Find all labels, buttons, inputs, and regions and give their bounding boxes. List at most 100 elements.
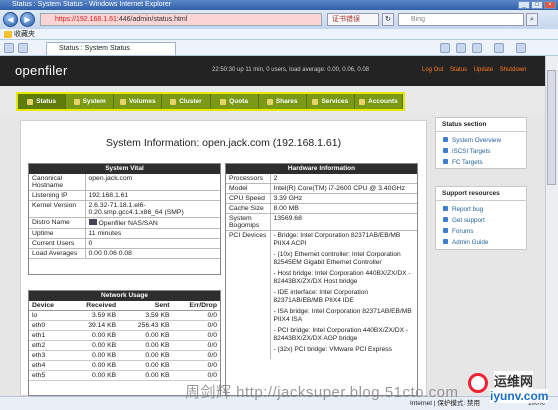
favorites-bar: 收藏夹 (0, 29, 558, 40)
cell: 0/0 (172, 320, 220, 331)
table-row: Load Averages 0.00 0.06 0.08 (29, 248, 220, 259)
tab-label: Quota (229, 98, 248, 105)
tab-label: Status : System Status (59, 45, 130, 52)
row-key: Listening IP (29, 190, 86, 201)
get-support-link[interactable]: Get support (436, 215, 526, 226)
tab-status-menu[interactable]: Status (18, 94, 67, 109)
accounts-icon (359, 98, 366, 105)
forward-button[interactable]: ▶ (20, 12, 35, 27)
logo-subtitle: iyunv.com (490, 389, 549, 403)
row-value: 2.6.32-71.18.1.el6-0.20.smp.gcc4.1.x86_6… (85, 200, 220, 218)
close-window-button[interactable]: × (544, 1, 556, 9)
fc-targets-link[interactable]: FC Targets (436, 157, 526, 168)
row-value: 13569.68 (270, 213, 417, 231)
table-row: eth0 39.14 KB 256.43 KB 0/0 (29, 320, 220, 331)
tools-icon[interactable] (516, 43, 526, 53)
row-key: Kernel Version (29, 200, 86, 218)
scrollbar-thumb[interactable] (547, 70, 556, 185)
iscsi-targets-link[interactable]: iSCSI Targets (436, 146, 526, 157)
table-row: Uptime 11 minutes (29, 228, 220, 239)
table-header-row: Device Received Sent Err/Drop (29, 301, 220, 311)
table-row: Listening IP 192.168.1.61 (29, 190, 220, 201)
table-row: Canonical Hostname open.jack.com (29, 174, 220, 191)
hardware-table: Processors 2 Model Intel(R) Core(TM) i7-26… (226, 174, 417, 359)
header-links: Log Out Status Update Shutdown (422, 67, 531, 73)
support-resources-box: Support resources Report bug Get support… (435, 186, 527, 250)
watermark-text: 周剑辉 http://jacksuper.blog.51cto.com (185, 384, 459, 401)
cell: 0.00 KB (68, 360, 120, 371)
logout-link[interactable]: Log Out (422, 67, 443, 73)
maximize-button[interactable]: □ (531, 1, 543, 9)
table-row: Current Users 0 (29, 238, 220, 249)
cell: 0/0 (172, 330, 220, 341)
address-bar[interactable]: https://192.168.1.61:446/admin/status.ht… (40, 13, 322, 26)
tab-system[interactable]: System (66, 94, 115, 109)
table-row: eth1 0.00 KB 0.00 KB 0/0 (29, 330, 220, 341)
cell: 0.00 KB (119, 360, 173, 371)
star-icon (4, 31, 12, 38)
row-key: Current Users (29, 238, 86, 249)
home-icon[interactable] (440, 43, 450, 53)
openfiler-logo: openfiler (15, 63, 68, 78)
uptime-text: 22:50:30 up 11 min, 0 users, load averag… (212, 67, 369, 73)
cell: 0.00 KB (119, 340, 173, 351)
favorites-center-icon[interactable] (4, 43, 14, 53)
list-item: (32x) PCI bridge: VMware PCI Express (274, 346, 415, 354)
forums-link[interactable]: Forums (436, 226, 526, 237)
table-row: lo 3.59 KB 3.59 KB 0/0 (29, 310, 220, 321)
status-icon (27, 98, 34, 105)
support-resources-heading: Support resources (436, 187, 526, 201)
tab-quota[interactable]: Quota (211, 94, 259, 109)
cell: 0.00 KB (68, 370, 120, 381)
tab-status[interactable]: Status : System Status (46, 42, 176, 55)
certificate-error-button[interactable]: 证书错误 (327, 13, 379, 26)
add-favorite-icon[interactable] (18, 43, 28, 53)
row-key: System Bogomips (226, 213, 271, 231)
cluster-icon (170, 98, 177, 105)
refresh-icon[interactable]: ↻ (382, 13, 394, 26)
tab-label: Status (36, 98, 56, 105)
row-key: Load Averages (29, 248, 86, 259)
cell: 0.00 KB (68, 330, 120, 341)
tab-cluster[interactable]: Cluster (162, 94, 211, 109)
status-section-box: Status section System Overview iSCSI Tar… (435, 117, 527, 169)
table-row: CPU Speed 3.39 GHz (226, 193, 417, 204)
search-icon[interactable]: ⌕ (526, 13, 538, 26)
report-bug-link[interactable]: Report bug (436, 204, 526, 215)
cell: 0.00 KB (119, 350, 173, 361)
tab-label: System (82, 98, 106, 105)
minimize-button[interactable]: _ (518, 1, 530, 9)
tab-accounts[interactable]: Accounts (355, 94, 403, 109)
column-header: Received (68, 301, 120, 311)
feeds-icon[interactable] (456, 43, 466, 53)
tab-volumes[interactable]: Volumes (114, 94, 163, 109)
page-menu-icon[interactable] (494, 43, 504, 53)
tab-label: Volumes (129, 98, 156, 105)
tab-shares[interactable]: Shares (259, 94, 307, 109)
watermark-logo: 运维网 iyunv.com (468, 369, 558, 410)
cell: eth0 (29, 320, 69, 331)
row-value: Intel(R) Core(TM) i7-2600 CPU @ 3.40GHz (270, 183, 417, 194)
table-row: Kernel Version 2.6.32-71.18.1.el6-0.20.sm… (29, 200, 220, 218)
cell: 0.00 KB (119, 330, 173, 341)
status-link[interactable]: Status (450, 67, 467, 73)
tab-label: Shares (275, 98, 298, 105)
table-row: Cache Size 8.00 MB (226, 203, 417, 214)
update-link[interactable]: Update (474, 67, 493, 73)
address-toolbar: ◀ ▶ https://192.168.1.61:446/admin/statu… (0, 10, 558, 29)
table-row: Distro Name Openfiler NAS/SAN (29, 217, 220, 229)
search-input[interactable]: Bing (398, 13, 524, 26)
favorites-label[interactable]: 收藏夹 (14, 31, 35, 38)
list-item: IDE interface: Intel Corporation 82371AB… (274, 289, 415, 304)
print-icon[interactable] (472, 43, 482, 53)
list-item: Bridge: Intel Corporation 82371AB/EB/MB … (274, 232, 415, 247)
cell: eth5 (29, 370, 69, 381)
address-host: https://192.168.1.61 (55, 16, 117, 23)
row-value: 3.39 GHz (270, 193, 417, 204)
shutdown-link[interactable]: Shutdown (500, 67, 527, 73)
tab-services[interactable]: Services (307, 94, 355, 109)
system-overview-link[interactable]: System Overview (436, 135, 526, 146)
admin-guide-link[interactable]: Admin Guide (436, 237, 526, 248)
back-button[interactable]: ◀ (3, 12, 18, 27)
shares-icon (266, 98, 273, 105)
